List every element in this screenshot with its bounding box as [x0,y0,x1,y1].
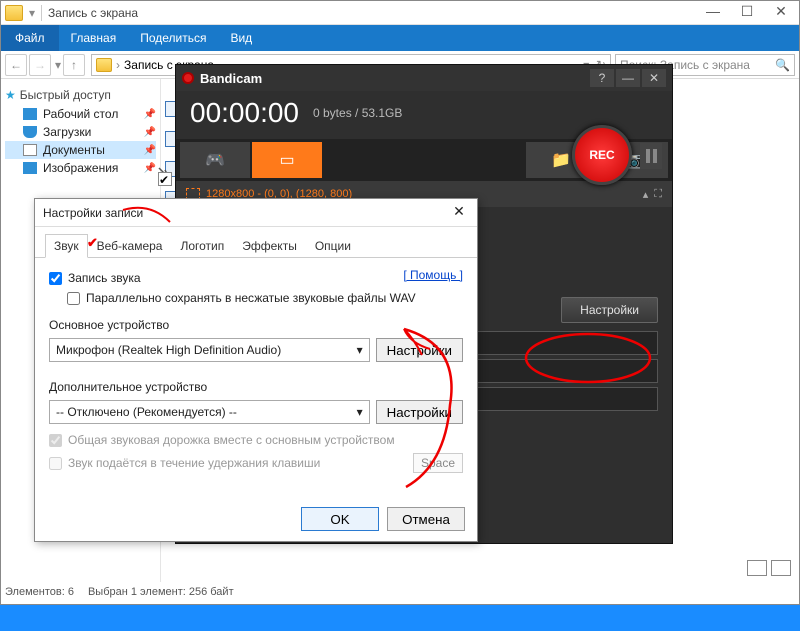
mix-label: Общая звуковая дорожка вместе с основным… [68,433,395,447]
pin-icon: 📌 [144,109,156,120]
tab-webcam[interactable]: Веб-камера [88,234,172,258]
window-title: Запись с экрана [48,6,138,20]
record-sound-checkbox[interactable] [49,272,62,285]
help-link[interactable]: [ Помощь ] [403,268,463,282]
chevron-down-icon: ▾ [357,405,363,419]
star-icon: ★ [5,88,16,102]
nav-back[interactable]: ← [5,54,27,76]
tab-effects[interactable]: Эффекты [233,234,306,258]
tab-view[interactable]: Вид [218,25,264,51]
status-count: Элементов: 6 [5,586,74,598]
bandicam-titlebar: Bandicam ? — ✕ [176,65,672,91]
sidebar-item-downloads[interactable]: Загрузки 📌 [5,123,156,141]
sidebar-item-documents[interactable]: Документы 📌 [5,141,156,159]
record-sound-checkbox-row: Запись звука [49,268,403,288]
close-button[interactable]: ✕ [767,3,795,23]
pictures-icon [23,162,37,174]
view-details-button[interactable] [747,560,767,576]
chevron-down-icon: ▾ [357,343,363,357]
ok-button[interactable]: OK [301,507,379,531]
dialog-title: Настройки записи [43,206,143,220]
record-button[interactable]: REC [572,125,632,185]
mix-checkbox [49,434,62,447]
quick-access-header[interactable]: ★ Быстрый доступ [5,85,156,105]
secondary-device-combo[interactable]: -- Отключено (Рекомендуется) -- ▾ [49,400,370,424]
dialog-close-button[interactable]: ✕ [449,203,469,223]
fullscreen-icon[interactable]: ⛶ [654,188,662,201]
nav-up[interactable]: ↑ [63,54,85,76]
cancel-button[interactable]: Отмена [387,507,465,531]
tab-share[interactable]: Поделиться [128,25,218,51]
file-menu[interactable]: Файл [1,25,59,51]
documents-icon [23,144,37,156]
save-wav-label: Параллельно сохранять в несжатые звуковы… [86,291,416,305]
pin-icon: 📌 [144,127,156,138]
save-wav-checkbox-row: Параллельно сохранять в несжатые звуковы… [49,288,463,308]
push-key-field: Space [413,453,463,473]
push-to-talk-checkbox [49,457,62,470]
primary-device-label: Основное устройство [49,318,463,332]
sidebar-item-desktop[interactable]: Рабочий стол 📌 [5,105,156,123]
secondary-device-label: Дополнительное устройство [49,380,463,394]
sidebar-item-label: Изображения [43,161,118,175]
primary-settings-button[interactable]: Настройки [376,338,463,362]
minimize-button[interactable]: — [699,3,727,23]
tab-logo[interactable]: Логотип [171,234,233,258]
dialog-body: [ Помощь ] Запись звука Параллельно сохр… [35,258,477,486]
mode-game-button[interactable]: 🎮 [180,142,250,178]
desktop-icon [23,108,37,120]
bandicam-minimize-button[interactable]: — [616,69,640,87]
combo-value: Микрофон (Realtek High Definition Audio) [56,343,281,357]
file-checkbox[interactable]: ✔ [158,172,172,186]
combo-value: -- Отключено (Рекомендуется) -- [56,405,237,419]
bandicam-help-button[interactable]: ? [590,69,614,87]
push-to-talk-row: Звук подаётся в течение удержания клавиш… [49,450,463,476]
record-dot-icon [182,72,194,84]
folder-icon [5,5,23,21]
view-switcher [747,560,791,576]
view-icons-button[interactable] [771,560,791,576]
sidebar-item-label: Документы [43,143,105,157]
tab-options[interactable]: Опции [306,234,360,258]
sidebar-item-label: Загрузки [43,125,91,139]
pin-icon: 📌 [144,163,156,174]
pin-icon: 📌 [144,145,156,156]
dialog-tabs: Звук Веб-камера Логотип Эффекты Опции [35,227,477,258]
primary-device-combo[interactable]: Микрофон (Realtek High Definition Audio)… [49,338,370,362]
window-controls: — ☐ ✕ [699,3,795,23]
downloads-icon [23,126,37,138]
mix-checkbox-row: Общая звуковая дорожка вместе с основным… [49,430,463,450]
bandicam-close-button[interactable]: ✕ [642,69,666,87]
bytes-text: 0 bytes / 53.1GB [313,106,402,120]
nav-forward[interactable]: → [29,54,51,76]
record-sound-label: Запись звука [68,271,141,285]
tab-home[interactable]: Главная [59,25,129,51]
pause-button[interactable] [640,143,662,169]
secondary-settings-button[interactable]: Настройки [376,400,463,424]
record-settings-dialog: Настройки записи ✕ Звук Веб-камера Логот… [34,198,478,542]
save-wav-checkbox[interactable] [67,292,80,305]
dialog-titlebar: Настройки записи ✕ [35,199,477,227]
status-selection: Выбран 1 элемент: 256 байт [88,586,234,598]
tab-sound[interactable]: Звук [45,234,88,258]
quick-access-toolbar: ▾ Запись с экрана — ☐ ✕ [1,1,799,25]
folder-icon [96,58,112,72]
mode-screen-button[interactable]: ▭ [252,142,322,178]
record-timer: 00:00:00 [190,97,299,129]
settings-button[interactable]: Настройки [561,297,658,323]
ribbon-tabs: Файл Главная Поделиться Вид [1,25,799,51]
sidebar-item-pictures[interactable]: Изображения 📌 [5,159,156,177]
chevron-up-icon[interactable]: ▴ [643,188,649,201]
push-to-talk-label: Звук подаётся в течение удержания клавиш… [68,456,320,470]
quick-access-label: Быстрый доступ [20,88,111,102]
maximize-button[interactable]: ☐ [733,3,761,23]
status-bar: Элементов: 6 Выбран 1 элемент: 256 байт [5,582,234,602]
sidebar-item-label: Рабочий стол [43,107,118,121]
bandicam-title: Bandicam [200,71,262,86]
